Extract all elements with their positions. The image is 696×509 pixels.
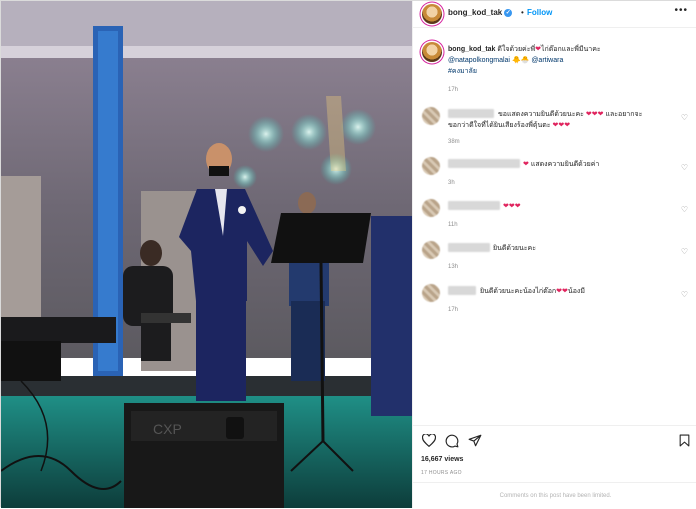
caption-time: 17h: [448, 87, 459, 93]
comment-time: 17h: [448, 307, 459, 313]
comment-text: ยินดีด้วยนะคะน้องไก่ต๊อก❤❤น้องมี: [480, 288, 585, 295]
caption-username[interactable]: bong_kod_tak: [448, 46, 495, 53]
instagram-post: CXP bong_kod_tak ✓ • Follow ••• bong_kod_…: [0, 0, 696, 508]
bookmark-icon[interactable]: [679, 434, 690, 450]
avatar[interactable]: [422, 4, 442, 24]
heart-icon[interactable]: ♡: [681, 290, 688, 299]
heart-icon[interactable]: ♡: [681, 247, 688, 256]
mention-link[interactable]: @natapolkongmalai: [448, 57, 510, 64]
avatar[interactable]: [422, 284, 440, 302]
heart-icon[interactable]: ♡: [681, 163, 688, 172]
comment-time: 38m: [448, 139, 460, 145]
comments-limited-notice: Comments on this post have been limited.: [413, 482, 696, 509]
blurred-username[interactable]: [448, 159, 520, 168]
concert-photo: CXP: [1, 1, 412, 508]
share-icon[interactable]: [468, 434, 482, 450]
comment-text: ยินดีด้วยนะคะ: [493, 245, 536, 252]
blurred-username[interactable]: [448, 201, 500, 210]
more-options-icon[interactable]: •••: [674, 5, 688, 16]
caption-text: bong_kod_tak ดีใจด้วยค่ะพี่❤ไก่ต๊อกและพี…: [448, 46, 601, 75]
post-side-panel: bong_kod_tak ✓ • Follow ••• bong_kod_tak …: [412, 1, 696, 508]
comment-time: 11h: [448, 222, 458, 228]
heart-icon[interactable]: [421, 433, 437, 450]
mention-link[interactable]: @artiwara: [531, 57, 563, 64]
comment-time: 13h: [448, 264, 459, 270]
separator-dot: •: [521, 8, 524, 17]
post-header: bong_kod_tak ✓ • Follow •••: [413, 1, 696, 28]
username-link[interactable]: bong_kod_tak ✓: [448, 8, 513, 17]
avatar[interactable]: [422, 199, 440, 217]
speaker-brand: CXP: [153, 421, 182, 437]
comment-icon[interactable]: [445, 434, 459, 451]
views-count[interactable]: 16,667 views: [421, 456, 463, 463]
action-bar: [413, 425, 696, 454]
hashtag-link[interactable]: #คงมาลัย: [448, 68, 477, 75]
chick-emoji-icon: 🐥🐣: [511, 57, 530, 64]
avatar[interactable]: [422, 241, 440, 259]
blurred-username[interactable]: [448, 109, 494, 118]
verified-badge-icon: ✓: [504, 8, 513, 17]
avatar[interactable]: [422, 157, 440, 175]
comment-time: 3h: [448, 180, 455, 186]
avatar[interactable]: [422, 107, 440, 125]
comment-text: ❤❤❤: [503, 203, 521, 210]
comment-text: ❤ แสดงความยินดีด้วยค่า: [523, 161, 600, 168]
heart-icon[interactable]: ♡: [681, 205, 688, 214]
blurred-username[interactable]: [448, 243, 490, 252]
caption-avatar[interactable]: [422, 42, 442, 62]
blurred-username[interactable]: [448, 286, 476, 295]
follow-button[interactable]: Follow: [527, 8, 552, 17]
post-photo[interactable]: CXP: [1, 1, 412, 508]
post-timestamp: 17 HOURS AGO: [421, 470, 462, 476]
heart-icon[interactable]: ♡: [681, 113, 688, 122]
comment-text: ขอแสดงความยินดีด้วยนะคะ ❤❤❤ และอยากจะ ขอ…: [448, 111, 643, 129]
